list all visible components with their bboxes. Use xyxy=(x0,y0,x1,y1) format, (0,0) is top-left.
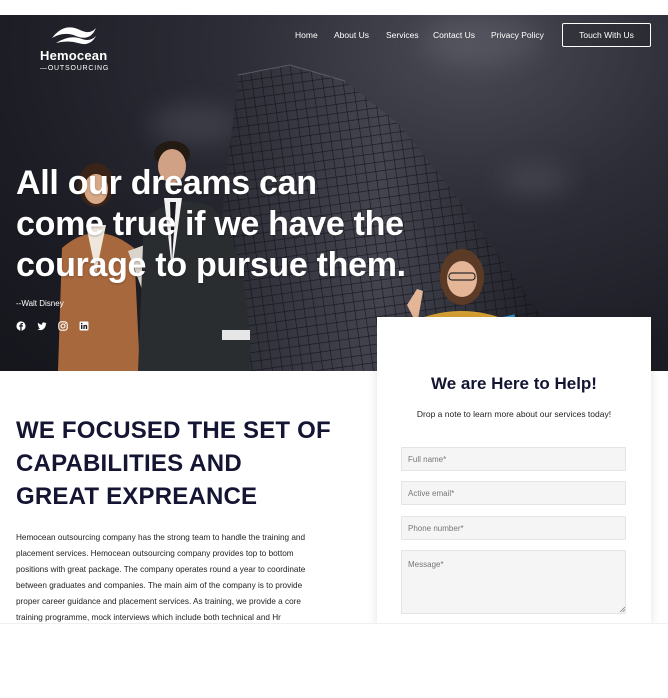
nav-item-about-us[interactable]: About Us xyxy=(334,30,369,40)
nav-item-services[interactable]: Services xyxy=(386,30,419,40)
facebook-icon[interactable] xyxy=(16,321,26,331)
hero-quote-line: All our dreams can xyxy=(16,164,317,202)
form-title: We are Here to Help! xyxy=(431,374,597,393)
message-field[interactable] xyxy=(401,550,626,614)
hero-quote-line: courage to pursue them. xyxy=(16,246,406,284)
wave-logo-icon xyxy=(52,27,96,45)
brand-tagline: —OUTSOURCING xyxy=(40,65,110,72)
brand-name: Hemocean xyxy=(40,48,108,63)
phone-field[interactable] xyxy=(401,516,626,540)
features-heading-line: GREAT EXPREANCE xyxy=(16,483,258,510)
contact-form: We are Here to Help! Drop a note to lear… xyxy=(377,317,651,623)
email-field[interactable] xyxy=(401,481,626,505)
brand-logo[interactable]: Hemocean —OUTSOURCING xyxy=(38,24,118,74)
hero-quote: All our dreams can come true if we have … xyxy=(16,163,476,286)
nav-item-home[interactable]: Home xyxy=(295,30,318,40)
linkedin-icon[interactable] xyxy=(79,321,89,331)
form-subtitle: Drop a note to learn more about our serv… xyxy=(416,409,612,419)
features-heading-line: WE FOCUSED THE SET OF xyxy=(16,417,331,444)
nav-item-privacy-policy[interactable]: Privacy Policy xyxy=(491,30,544,40)
resize-grip-icon[interactable] xyxy=(619,606,625,612)
full-name-field[interactable] xyxy=(401,447,626,471)
features-heading: WE FOCUSED THE SET OF CAPABILITIES AND G… xyxy=(16,414,346,513)
quote-author: --Walt Disney xyxy=(16,299,64,308)
twitter-icon[interactable] xyxy=(37,321,47,331)
company-description: Hemocean outsourcing company has the str… xyxy=(16,533,306,622)
features-heading-line: CAPABILITIES AND xyxy=(16,450,242,477)
hero-quote-line: come true if we have the xyxy=(16,205,404,243)
top-strip xyxy=(0,0,668,15)
brand-tagline-text: OUTSOURCING xyxy=(47,65,110,72)
nav-item-contact-us[interactable]: Contact Us xyxy=(433,30,475,40)
touch-with-us-button[interactable]: Touch With Us xyxy=(562,23,651,47)
instagram-icon[interactable] xyxy=(58,321,68,331)
page-bottom-blank xyxy=(0,623,668,698)
